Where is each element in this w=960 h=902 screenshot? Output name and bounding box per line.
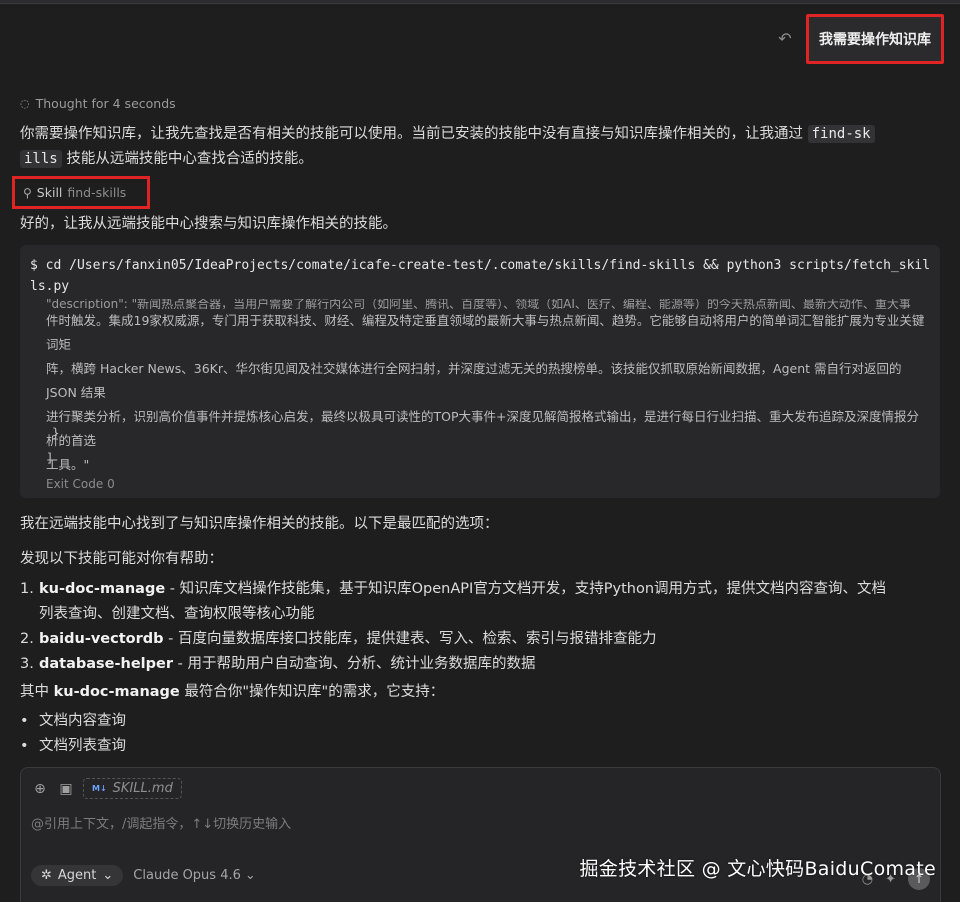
skill-invocation[interactable]: ⚲ Skill find-skills (12, 176, 150, 209)
skill-name: find-skills (67, 185, 127, 200)
skills-list: 1. ku-doc-manage - 知识库文档操作技能集，基于知识库OpenA… (20, 577, 940, 677)
intro-code-1: find-sk (807, 125, 875, 143)
list-item: • 文档列表查询 (20, 734, 940, 759)
best-match-line: 其中 ku-doc-manage 最符合你"操作知识库"的需求，它支持： (20, 680, 940, 705)
intro-paragraph: 你需要操作知识库，让我先查找是否有相关的技能可以使用。当前已安装的技能中没有直接… (20, 122, 940, 172)
terminal-brace: } (52, 425, 60, 440)
list-number: 1. (20, 581, 34, 597)
bullet: • (20, 713, 29, 729)
add-context-icon[interactable]: ⊕ (31, 780, 49, 798)
support-item: 文档列表查询 (39, 738, 126, 754)
agent-mode-button[interactable]: ✲ Agent ⌄ (31, 865, 124, 886)
terminal-output: "description": "新闻热点聚合器，当用户需要了解行内公司（如阿里、… (46, 299, 931, 477)
list-item: 2. baidu-vectordb - 百度向量数据库接口技能库，提供建表、写入… (20, 627, 940, 652)
skill-item-desc: - 百度向量数据库接口技能库，提供建表、写入、检索、索引与报错排查能力 (163, 631, 657, 647)
top-border (0, 0, 960, 4)
file-chip[interactable]: M↓ SKILL.md (83, 778, 182, 799)
skill-label: Skill (36, 185, 63, 200)
lightbulb-icon: ◌ (20, 97, 30, 110)
skill-item-desc: - 用于帮助用户自动查询、分析、统计业务数据库的数据 (173, 656, 536, 672)
terminal-output-line: 件时触发。集成19家权威源，专门用于获取科技、财经、编程及特定垂直领域的最新大事… (46, 313, 925, 352)
skill-item-desc: 列表查询、创建文档、查询权限等核心功能 (39, 606, 315, 622)
bullet: • (20, 738, 29, 754)
composer: ⊕ ▣ M↓ SKILL.md @引用上下文，/调起指令，↑↓切换历史输入 ✲ … (20, 767, 941, 902)
image-icon[interactable]: ▣ (57, 780, 75, 798)
agent-label: Agent (57, 868, 97, 883)
best-match-post: 最符合你"操作知识库"的需求，它支持： (179, 684, 445, 700)
skill-item-name: ku-doc-manage (39, 581, 166, 597)
user-message[interactable]: 我需要操作知识库 (806, 14, 944, 64)
intro-text-1: 你需要操作知识库，让我先查找是否有相关的技能可以使用。当前已安装的技能中没有直接… (20, 126, 808, 142)
best-match-name: ku-doc-manage (53, 684, 180, 700)
terminal-block[interactable]: $ cd /Users/fanxin05/IdeaProjects/comate… (20, 245, 940, 498)
chat-window: ↶ 我需要操作知识库 ◌ Thought for 4 seconds 你需要操作… (0, 0, 960, 902)
found-line: 我在远端技能中心找到了与知识库操作相关的技能。以下是最匹配的选项： (20, 516, 499, 532)
model-label: Claude Opus 4.6 (133, 868, 241, 883)
agent-icon: ✲ (41, 868, 52, 883)
undo-icon[interactable]: ↶ (776, 30, 794, 48)
discover-line: 发现以下技能可能对你有帮助： (20, 551, 223, 567)
list-number: 3. (20, 656, 34, 672)
chevron-down-icon: ⌄ (102, 868, 114, 883)
wrench-icon: ⚲ (23, 185, 32, 200)
list-item: 3. database-helper - 用于帮助用户自动查询、分析、统计业务数… (20, 652, 940, 677)
terminal-output-line: 阵，横跨 Hacker News、36Kr、华尔街见闻及社交媒体进行全网扫射，并… (46, 361, 902, 400)
terminal-output-line: 工具。" (46, 457, 90, 472)
markdown-icon: M↓ (92, 784, 107, 793)
list-item: 1. ku-doc-manage - 知识库文档操作技能集，基于知识库OpenA… (20, 577, 940, 627)
file-chip-label: SKILL.md (112, 781, 173, 796)
best-match-pre: 其中 (20, 684, 54, 700)
skill-item-name: baidu-vectordb (39, 631, 164, 647)
composer-toolbar: ⊕ ▣ M↓ SKILL.md (31, 778, 182, 799)
terminal-output-line: 进行聚类分析，识别高价值事件并提炼核心启发，最终以极具可读性的TOP大事件+深度… (46, 409, 919, 448)
chevron-down-icon: ⌄ (244, 868, 256, 883)
skill-item-name: database-helper (39, 656, 174, 672)
model-selector[interactable]: Claude Opus 4.6 ⌄ (133, 868, 256, 883)
watermark: 掘金技术社区 @ 文心快码BaiduComate (579, 858, 936, 880)
terminal-output-clipped: "description": "新闻热点聚合器，当用户需要了解行内公司（如阿里、… (46, 299, 911, 309)
thought-label: Thought for 4 seconds (35, 96, 176, 111)
search-line: 好的，让我从远端技能中心搜索与知识库操作相关的技能。 (20, 216, 397, 232)
terminal-command: $ cd /Users/fanxin05/IdeaProjects/comate… (30, 258, 931, 294)
list-number: 2. (20, 631, 34, 647)
skill-item-desc: - 知识库文档操作技能集，基于知识库OpenAPI官方文档开发，支持Python… (165, 581, 887, 597)
intro-text-2: 技能从远端技能中心查找合适的技能。 (61, 151, 313, 167)
thought-indicator[interactable]: ◌ Thought for 4 seconds (20, 96, 176, 111)
support-item: 文档内容查询 (39, 713, 126, 729)
intro-code-2: ills (20, 150, 62, 168)
user-message-row: ↶ 我需要操作知识库 (776, 14, 944, 64)
terminal-bracket: ] (46, 450, 54, 465)
list-item: • 文档内容查询 (20, 709, 940, 734)
supports-list: • 文档内容查询 • 文档列表查询 (20, 709, 940, 759)
composer-input[interactable]: @引用上下文，/调起指令，↑↓切换历史输入 (31, 813, 291, 832)
composer-bottom: ✲ Agent ⌄ Claude Opus 4.6 ⌄ (31, 865, 256, 886)
exit-code: Exit Code 0 (46, 477, 115, 491)
